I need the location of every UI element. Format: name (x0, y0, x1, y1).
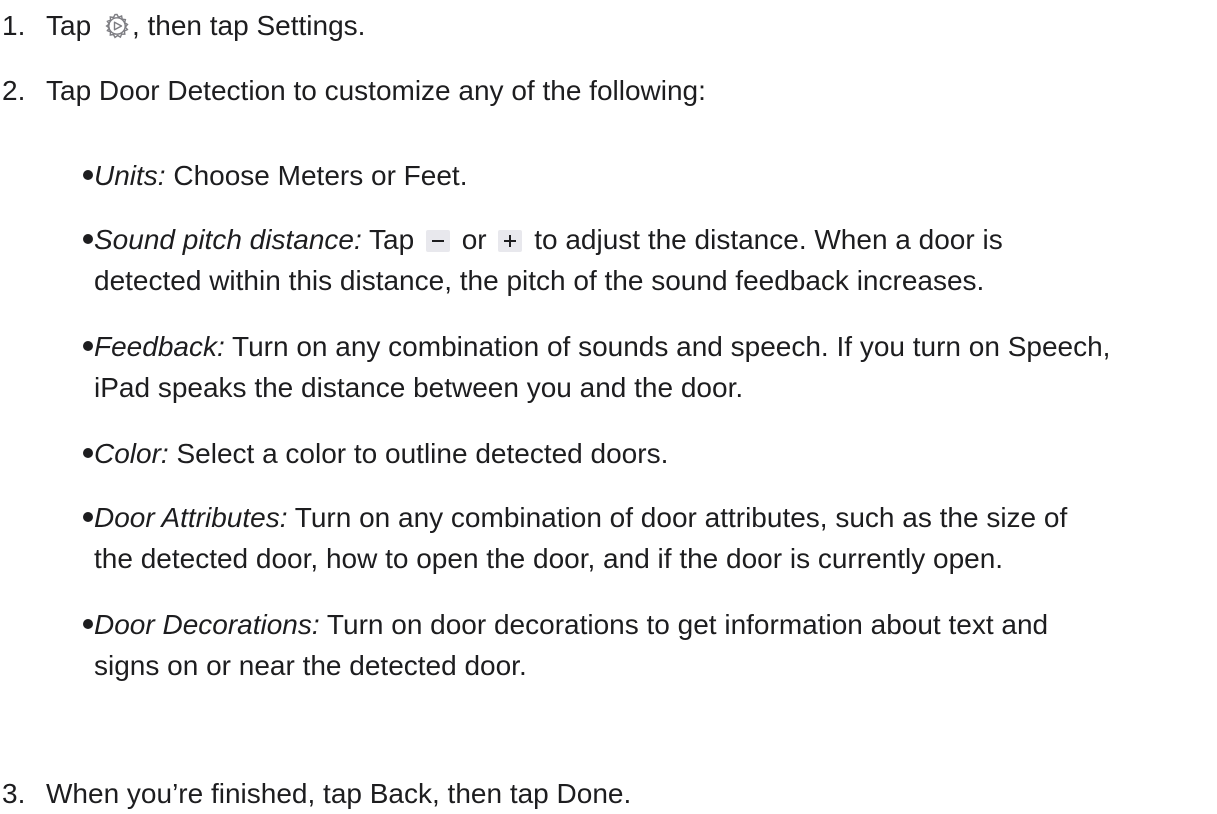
bullet-dot (83, 512, 93, 522)
step-text: Tap Door Detection to customize any of t… (46, 75, 706, 106)
step-3: 3. When you’re finished, tap Back, then t… (0, 776, 631, 812)
list-item-text: or (453, 224, 495, 255)
minus-icon (425, 230, 450, 252)
step-text: Tap (46, 10, 99, 41)
list-item-term: Sound pitch distance: (94, 224, 362, 255)
list-item-units: Units: Choose Meters or Feet. (83, 155, 1204, 196)
bullet-dot (83, 170, 93, 180)
gear-icon (105, 13, 129, 39)
list-item-term: Color: (94, 438, 169, 469)
plus-icon (498, 230, 523, 252)
bullet-dot (83, 619, 93, 629)
list-item-feedback: Feedback: Turn on any combination of sou… (83, 326, 1204, 408)
list-item-text: Tap (361, 224, 422, 255)
list-item-text: the detected door, how to open the door,… (94, 543, 1004, 574)
list-item-text: Turn on any combination of sounds and sp… (224, 331, 1111, 362)
list-item-text: to adjust the distance. When a door is (526, 224, 1003, 255)
list-item-text: Turn on any combination of door attribut… (287, 502, 1068, 533)
list-item-text: Turn on door decorations to get informat… (319, 609, 1049, 640)
step-number: 3. (2, 778, 26, 809)
bullet-dot (83, 448, 93, 458)
bullet-dot (83, 341, 93, 351)
list-item-term: Feedback: (94, 331, 225, 362)
list-item-text: Choose Meters or Feet. (165, 160, 468, 191)
step-1: 1. Tap , then tap Settings. (0, 8, 365, 44)
step-text: , then tap Settings. (131, 10, 366, 41)
list-item-text: detected within this distance, the pitch… (94, 265, 985, 296)
step-2: 2. Tap Door Detection to customize any of… (0, 73, 706, 109)
list-item-sound-pitch-distance: Sound pitch distance: Tap or to adjust t… (83, 219, 1204, 301)
list-item-text: Select a color to outline detected doors… (168, 438, 669, 469)
list-item-door-attributes: Door Attributes: Turn on any combination… (83, 497, 1204, 579)
list-item-door-decorations: Door Decorations: Turn on door decoratio… (83, 604, 1204, 686)
list-item-color: Color: Select a color to outline detecte… (83, 433, 1204, 474)
bullet-dot (83, 234, 93, 244)
list-item-text: iPad speaks the distance between you and… (94, 372, 744, 403)
list-item-term: Units: (94, 160, 166, 191)
step-text: When you’re finished, tap Back, then tap… (46, 778, 632, 809)
list-item-text: signs on or near the detected door. (94, 650, 527, 681)
list-item-term: Door Attributes: (94, 502, 288, 533)
list-item-term: Door Decorations: (94, 609, 320, 640)
step-number: 1. (2, 10, 26, 41)
step-number: 2. (2, 75, 26, 106)
